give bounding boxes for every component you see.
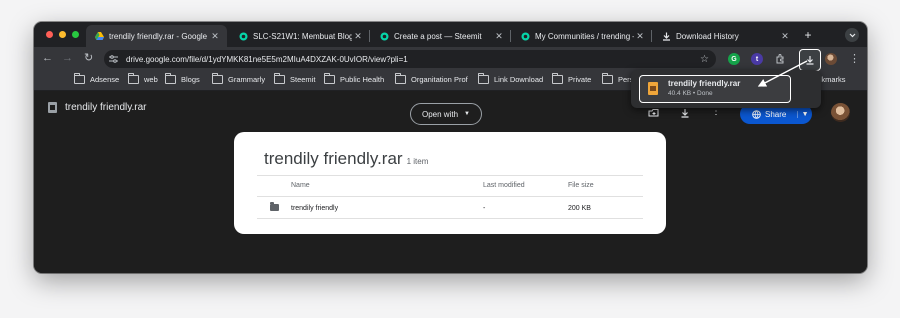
annotation-arrow (757, 60, 808, 87)
browser-window: trendily friendly.rar - Google Drive ✕ S… (34, 22, 867, 273)
